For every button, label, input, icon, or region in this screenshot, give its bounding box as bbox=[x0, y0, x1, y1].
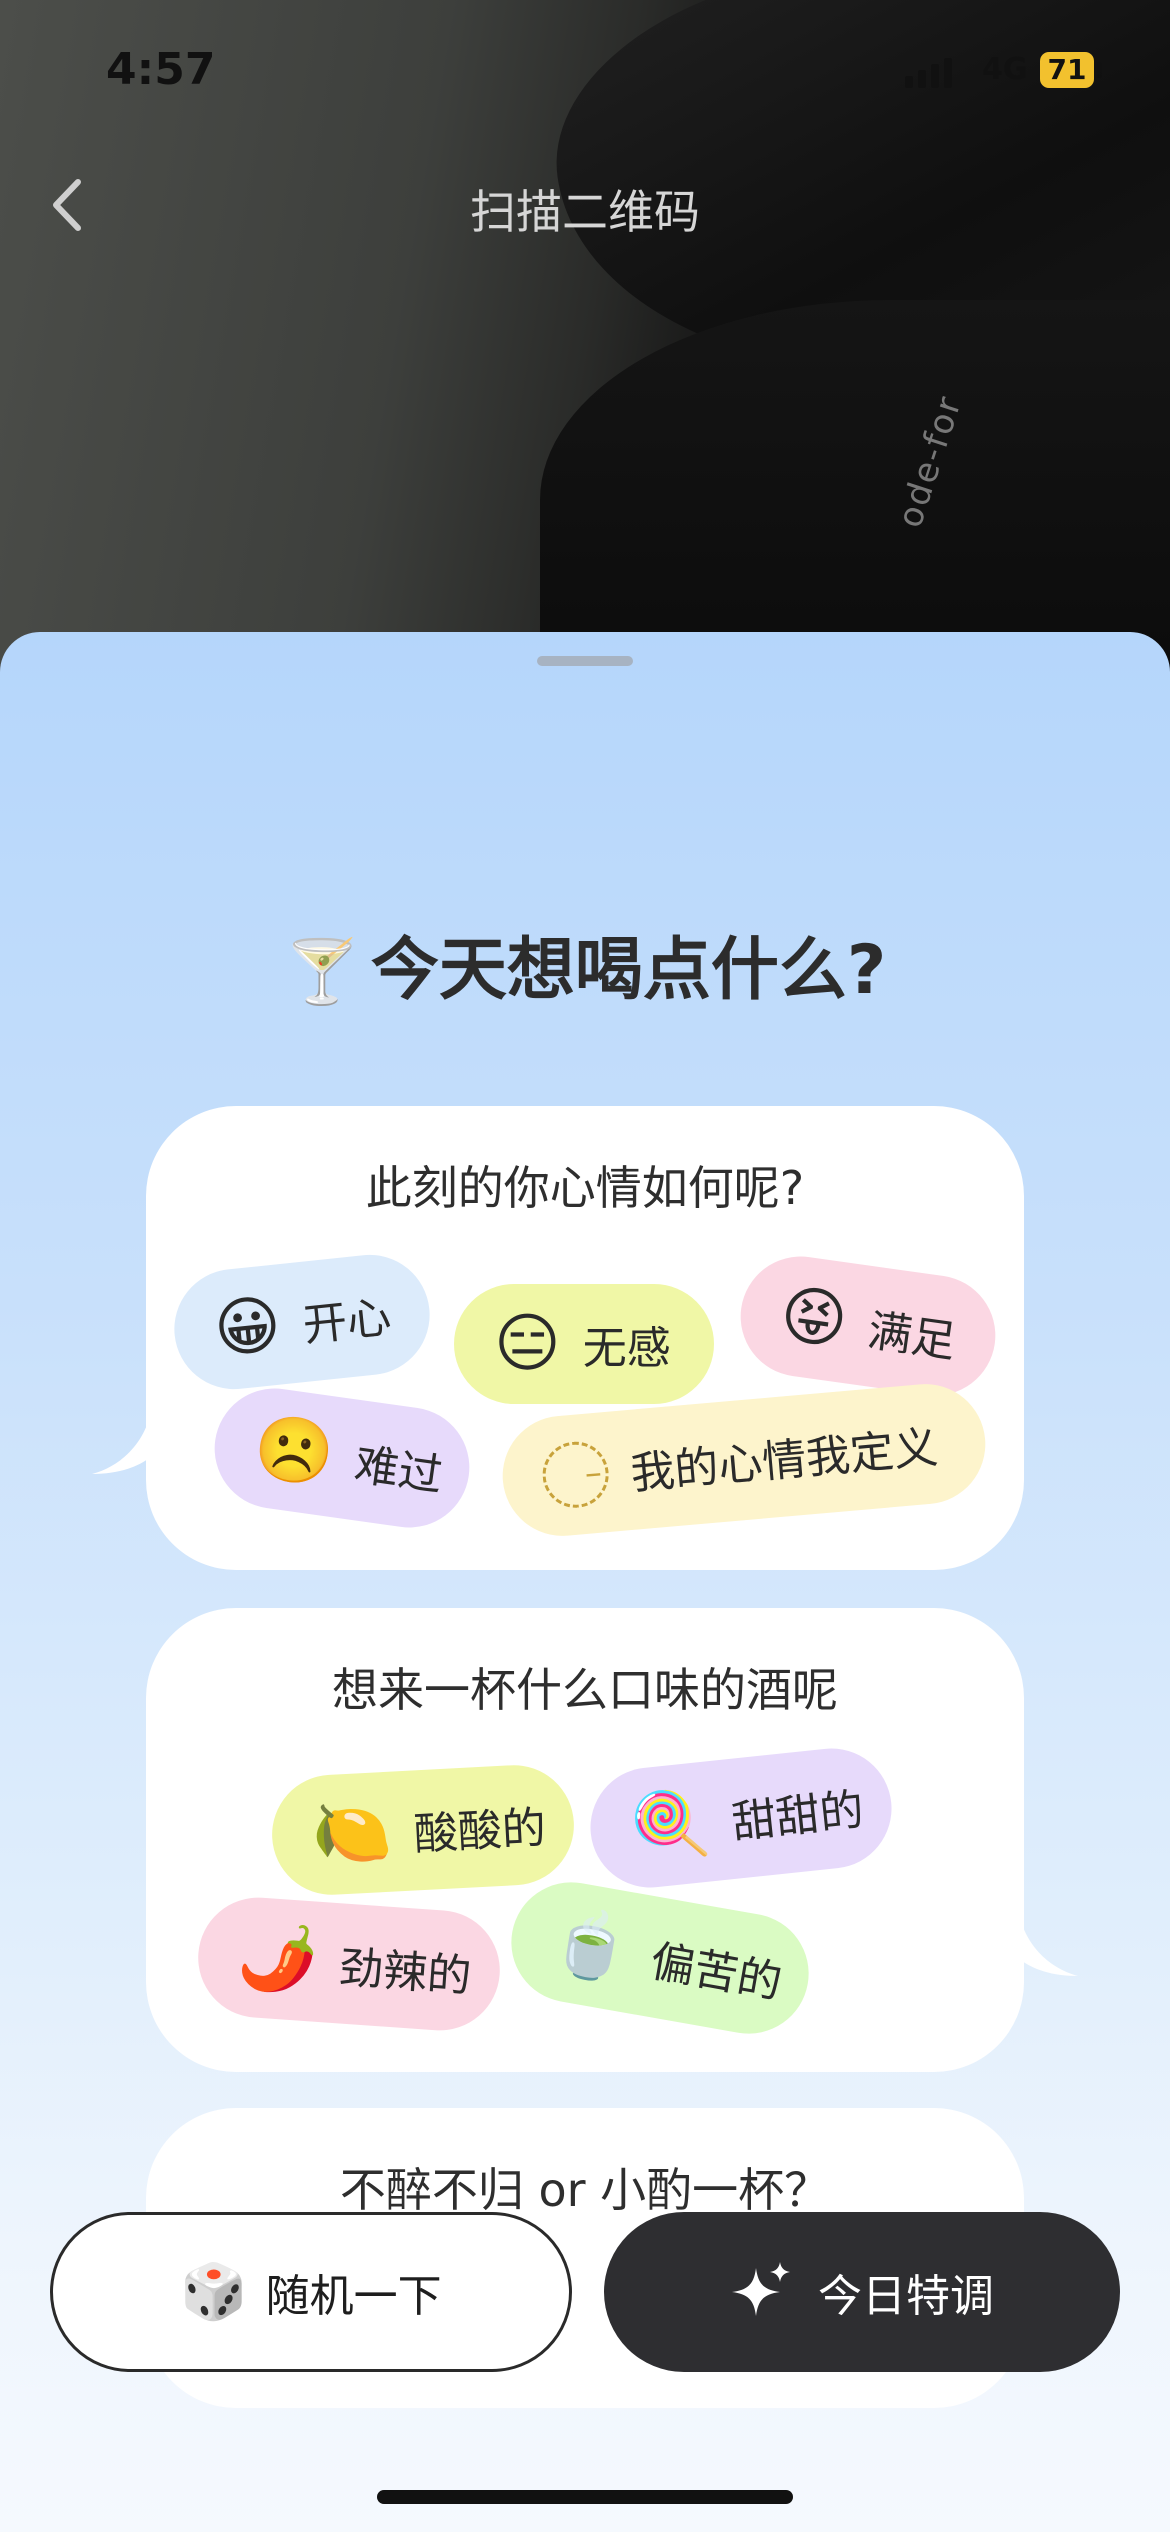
chip-label: 难过 bbox=[351, 1439, 446, 1502]
cocktail-icon: 🍸 bbox=[283, 935, 361, 1008]
mood-chip-indifferent[interactable]: 😑 无感 bbox=[454, 1284, 714, 1404]
frowning-face-icon: ☹️ bbox=[249, 1409, 339, 1494]
green-tea-icon: 🍵 bbox=[545, 1902, 637, 1990]
chip-label: 开心 bbox=[300, 1291, 394, 1352]
sparkles-icon bbox=[732, 2262, 790, 2316]
mood-chip-happy[interactable]: 😀 开心 bbox=[168, 1248, 436, 1396]
lemon-icon: 🍋 bbox=[310, 1794, 394, 1873]
chip-label: 满足 bbox=[864, 1305, 959, 1369]
sheet-heading-text: 今天想喝点什么? bbox=[370, 931, 887, 1010]
mood-chip-sad[interactable]: ☹️ 难过 bbox=[206, 1380, 478, 1536]
grinning-face-icon: 😀 bbox=[210, 1287, 285, 1368]
flavor-card: 想来一杯什么口味的酒呢 🍋 酸酸的 🍭 甜甜的 🌶️ 劲辣的 🍵 偏苦的 bbox=[146, 1608, 1078, 2072]
flavor-chip-spicy[interactable]: 🌶️ 劲辣的 bbox=[194, 1893, 504, 2035]
sheet-heading: 🍸 今天想喝点什么? bbox=[0, 914, 1170, 1013]
home-indicator[interactable] bbox=[377, 2490, 793, 2504]
bubble-tail bbox=[1018, 1908, 1078, 1976]
dashed-face-icon: 😐– bbox=[539, 1438, 612, 1511]
chip-label: 劲辣的 bbox=[337, 1942, 473, 2003]
chip-label: 酸酸的 bbox=[412, 1802, 548, 1861]
chip-label: 偏苦的 bbox=[646, 1935, 786, 2010]
daily-special-button-label: 今日特调 bbox=[818, 2271, 994, 2322]
chili-pepper-icon: 🌶️ bbox=[235, 1919, 321, 1999]
mood-card-title: 此刻的你心情如何呢? bbox=[365, 1161, 805, 1215]
signal-icon bbox=[905, 58, 952, 88]
chip-label: 无感 bbox=[582, 1323, 671, 1374]
squinting-tongue-face-icon: 😝 bbox=[775, 1277, 853, 1360]
flavor-chip-bitter[interactable]: 🍵 偏苦的 bbox=[501, 1872, 819, 2044]
flavor-card-title: 想来一杯什么口味的酒呢 bbox=[332, 1663, 838, 1717]
page-title: 扫描二维码 bbox=[470, 185, 700, 239]
mood-card: 此刻的你心情如何呢? 😀 开心 😑 无感 😝 满足 ☹️ 难过 😐– 我的心情我… bbox=[92, 1106, 1024, 1570]
battery-tip bbox=[1097, 62, 1102, 78]
daily-special-button[interactable]: 今日特调 bbox=[604, 2212, 1120, 2372]
chip-label: 甜甜的 bbox=[729, 1784, 867, 1849]
network-type: 4G bbox=[982, 52, 1028, 87]
status-bar: 4:57 4G 71 bbox=[0, 0, 1170, 140]
chip-label: 我的心情我定义 bbox=[628, 1422, 940, 1500]
flavor-chip-sour[interactable]: 🍋 酸酸的 bbox=[269, 1762, 577, 1898]
random-button-label: 随机一下 bbox=[265, 2271, 442, 2322]
flavor-chip-sweet[interactable]: 🍭 甜甜的 bbox=[584, 1742, 898, 1894]
expressionless-face-icon: 😑 bbox=[494, 1307, 561, 1381]
random-button[interactable]: 🎲 随机一下 bbox=[50, 2212, 572, 2372]
dice-icon: 🎲 bbox=[180, 2260, 248, 2323]
status-time: 4:57 bbox=[106, 44, 216, 95]
bubble-tail bbox=[92, 1406, 152, 1474]
lollipop-icon: 🍭 bbox=[626, 1784, 714, 1867]
sheet-grabber[interactable] bbox=[537, 656, 633, 666]
mood-chip-satisfied[interactable]: 😝 满足 bbox=[732, 1248, 1004, 1404]
strength-card-title: 不醉不归 or 小酌一杯？ bbox=[339, 2163, 831, 2217]
battery-icon: 71 bbox=[1040, 52, 1094, 88]
